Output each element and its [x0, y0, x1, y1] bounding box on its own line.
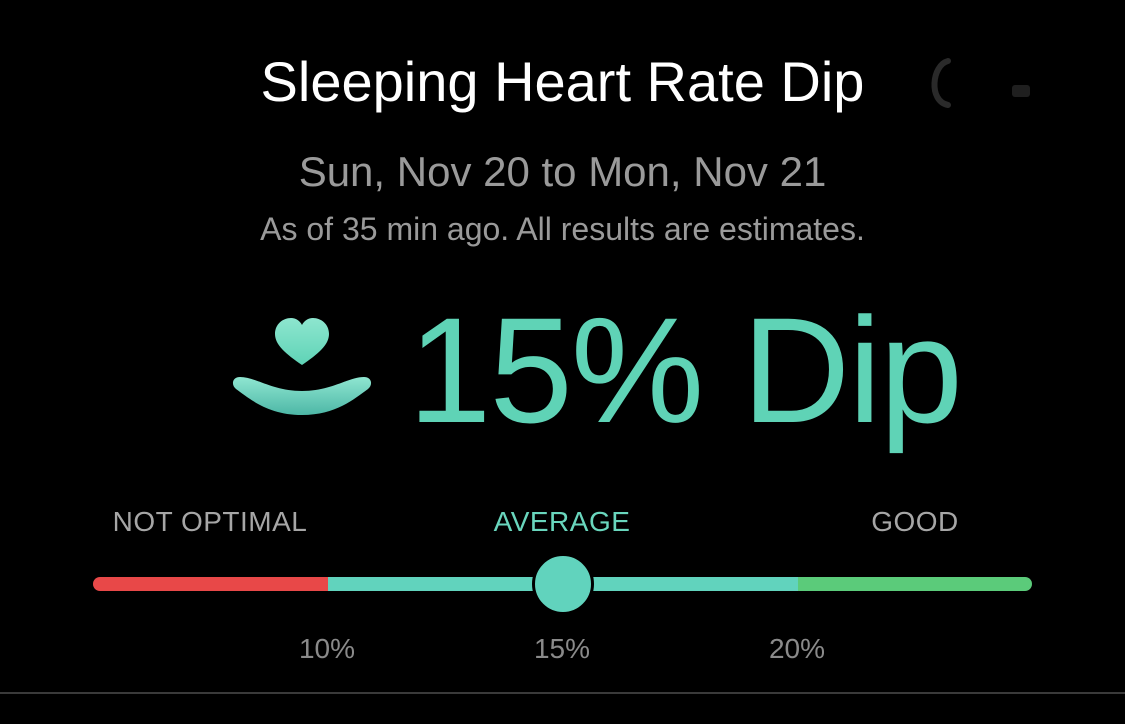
- range-label-not-optimal: NOT OPTIMAL: [112, 506, 308, 537]
- divider: [0, 692, 1125, 694]
- info-icon[interactable]: [918, 55, 1038, 111]
- range-label-average: AVERAGE: [493, 506, 631, 537]
- slider-thumb[interactable]: [531, 553, 594, 615]
- tick-label-20: 20%: [768, 633, 826, 664]
- tick-label-15: 15%: [533, 633, 591, 664]
- date-range: Sun, Nov 20 to Mon, Nov 21: [298, 148, 827, 195]
- heart-dip-icon: [232, 318, 372, 415]
- dip-value: 15% Dip: [408, 286, 963, 454]
- dip-summary: 15% Dip: [230, 286, 963, 454]
- tick-label-10: 10%: [298, 633, 356, 664]
- not-optimal-segment: [93, 577, 328, 591]
- estimate-note: As of 35 min ago. All results are estima…: [260, 211, 865, 247]
- range-label-good: GOOD: [871, 506, 959, 537]
- good-segment: [798, 577, 1032, 591]
